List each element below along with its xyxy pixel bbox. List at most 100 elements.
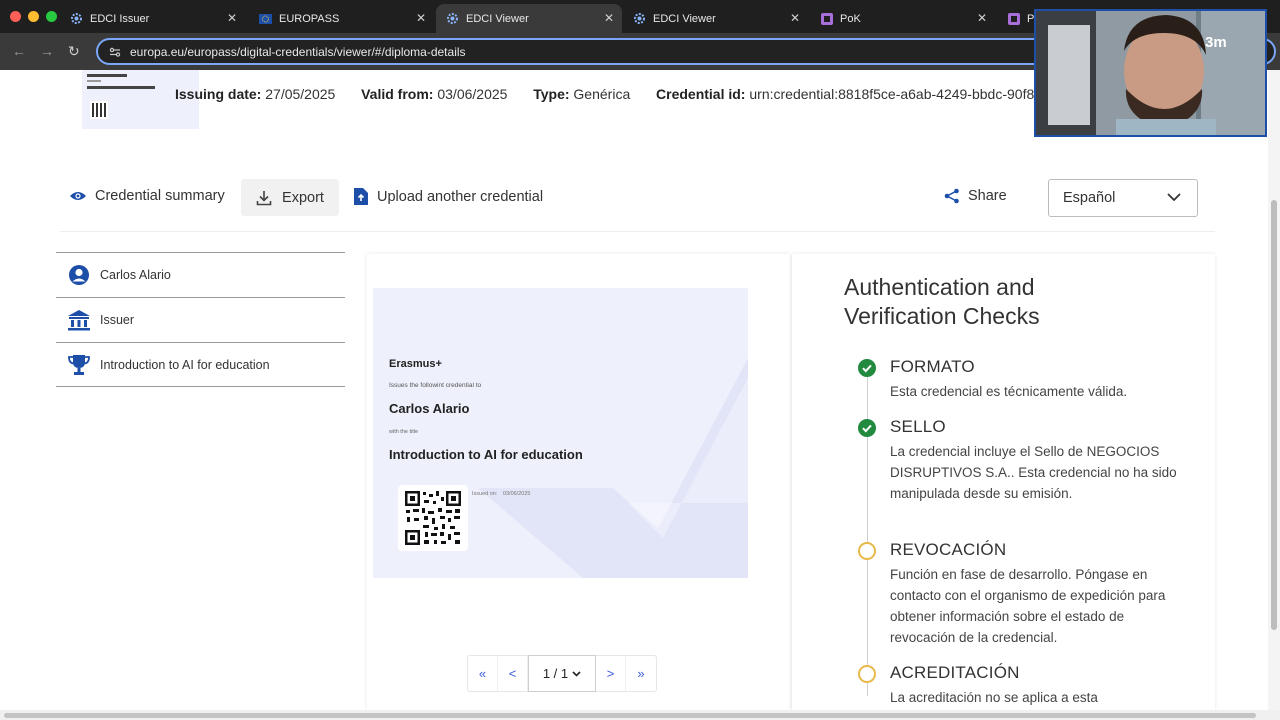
- page-select[interactable]: 1 / 1: [528, 655, 596, 692]
- eye-icon: [70, 192, 86, 200]
- first-page-button[interactable]: «: [468, 656, 498, 691]
- tab-pok[interactable]: PoK ✕: [810, 4, 995, 33]
- check-name: SELLO: [890, 417, 946, 436]
- check-text: Función en fase de desarrollo. Póngase e…: [890, 567, 1166, 645]
- close-icon[interactable]: ✕: [416, 11, 426, 25]
- close-window-button[interactable]: [10, 11, 21, 22]
- credential-meta-line: Issuing date: 27/05/2025 Valid from: 03/…: [175, 86, 1042, 102]
- diploma-viewer-panel: Erasmus+ Issues the followint credential…: [367, 254, 790, 710]
- issued-on-value: 03/06/2025: [502, 491, 531, 497]
- export-label: Export: [282, 189, 324, 206]
- issuing-date-label: Issuing date:: [175, 86, 262, 102]
- check-text: Esta credencial es técnicamente válida.: [890, 384, 1128, 399]
- toolbar-divider: [60, 231, 1215, 232]
- diploma-course: Introduction to AI for education: [389, 447, 583, 462]
- credential-sidebar: Carlos Alario Issuer Introduction to AI …: [56, 252, 345, 387]
- diploma-issues-text: Issues the followint credential to: [389, 382, 482, 389]
- close-icon[interactable]: ✕: [604, 11, 614, 25]
- close-icon[interactable]: ✕: [227, 11, 237, 25]
- card-divider: [60, 140, 1215, 148]
- sidebar-item-label: Issuer: [100, 313, 135, 327]
- close-icon[interactable]: ✕: [790, 11, 800, 25]
- tab-pok-2[interactable]: Po: [998, 4, 1040, 33]
- back-arrow-icon[interactable]: ←: [12, 43, 26, 59]
- timer-badge: 3m: [1205, 34, 1227, 51]
- gear-icon: [70, 12, 83, 25]
- sidebar-item-achievement[interactable]: Introduction to AI for education: [56, 342, 345, 387]
- download-icon: [256, 190, 272, 205]
- sidebar-item-issuer[interactable]: Issuer: [56, 297, 345, 342]
- check-ok-icon: [858, 419, 876, 437]
- horizontal-scrollbar[interactable]: [0, 710, 1280, 720]
- check-item-formato: FORMATO Esta credencial es técnicamente …: [858, 357, 1188, 402]
- tab-europass[interactable]: EUROPASS ✕: [249, 4, 434, 33]
- check-item-acreditacion: ACREDITACIÓN La acreditación no se aplic…: [858, 663, 1188, 708]
- share-icon: [944, 188, 959, 204]
- valid-from-value: 03/06/2025: [437, 86, 508, 102]
- tab-title: EDCI Issuer: [90, 12, 150, 25]
- share-button[interactable]: Share: [944, 188, 1007, 204]
- credential-id-label: Credential id:: [656, 86, 746, 102]
- credential-summary-button[interactable]: Credential summary: [69, 188, 225, 204]
- pok-icon: [820, 12, 833, 25]
- check-ok-icon: [858, 359, 876, 377]
- scrollbar-thumb[interactable]: [4, 713, 1256, 718]
- upload-credential-button[interactable]: Upload another credential: [354, 188, 543, 205]
- previous-page-button[interactable]: <: [498, 656, 528, 691]
- language-select[interactable]: Español: [1048, 179, 1198, 217]
- reload-icon[interactable]: ↻: [68, 43, 80, 60]
- chevron-down-icon: [1167, 193, 1181, 202]
- pok-icon: [1008, 12, 1020, 25]
- check-item-sello: SELLO La credencial incluye el Sello de …: [858, 417, 1188, 504]
- maximize-window-button[interactable]: [46, 11, 57, 22]
- next-page-button[interactable]: >: [596, 656, 626, 691]
- tab-title: EUROPASS: [279, 12, 340, 25]
- tab-edci-issuer[interactable]: EDCI Issuer ✕: [60, 4, 245, 33]
- diploma-recipient: Carlos Alario: [389, 401, 470, 416]
- url-text: europa.eu/europass/digital-credentials/v…: [130, 44, 466, 59]
- check-name: REVOCACIÓN: [890, 540, 1007, 559]
- type-value: Genérica: [573, 86, 631, 102]
- person-icon: [67, 263, 91, 287]
- upload-file-icon: [354, 188, 368, 205]
- minimize-window-button[interactable]: [28, 11, 39, 22]
- current-page-value: 1 / 1: [542, 666, 569, 681]
- credential-id-value: urn:credential:8818f5ce-a6ab-4249-bbdc-9…: [749, 86, 1043, 102]
- credential-toolbar: Credential summary Export Upload another…: [0, 178, 1268, 218]
- page-navigation: « < 1 / 1 > »: [467, 655, 657, 692]
- scrollbar-thumb[interactable]: [1271, 200, 1277, 630]
- diploma-org: Erasmus+: [389, 358, 442, 370]
- tab-edci-viewer-active[interactable]: EDCI Viewer ✕: [436, 4, 622, 33]
- check-name: FORMATO: [890, 357, 975, 376]
- tab-title: EDCI Viewer: [466, 12, 529, 25]
- tab-title: EDCI Viewer: [653, 12, 716, 25]
- vertical-scrollbar[interactable]: [1268, 70, 1280, 710]
- share-label: Share: [968, 188, 1007, 204]
- qr-code[interactable]: [398, 485, 468, 551]
- check-pending-icon: [858, 542, 876, 560]
- check-pending-icon: [858, 665, 876, 683]
- close-icon[interactable]: ✕: [977, 11, 987, 25]
- diploma-issued-on: Issued on: 03/06/2025: [472, 491, 530, 497]
- site-info-icon[interactable]: [108, 45, 122, 59]
- export-button[interactable]: Export: [241, 179, 339, 216]
- check-text: La acreditación no se aplica a esta: [890, 690, 1098, 705]
- type-label: Type:: [533, 86, 570, 102]
- check-item-revocacion: REVOCACIÓN Función en fase de desarrollo…: [858, 540, 1188, 648]
- forward-arrow-icon[interactable]: →: [40, 43, 54, 59]
- check-text: La credencial incluye el Sello de NEGOCI…: [890, 444, 1177, 501]
- webcam-overlay: [1034, 9, 1267, 137]
- checks-title: Authentication and Verification Checks: [844, 274, 1040, 329]
- chevron-down-icon: [572, 670, 581, 677]
- last-page-button[interactable]: »: [626, 656, 656, 691]
- tab-edci-viewer[interactable]: EDCI Viewer ✕: [623, 4, 808, 33]
- trophy-icon: [67, 353, 91, 377]
- page-content: Issuing date: 27/05/2025 Valid from: 03/…: [0, 70, 1268, 710]
- upload-credential-label: Upload another credential: [377, 188, 544, 205]
- diploma-preview: Erasmus+ Issues the followint credential…: [373, 288, 748, 578]
- diploma-with-title: with the title: [389, 429, 419, 435]
- credential-summary-label: Credential summary: [95, 188, 225, 204]
- language-value: Español: [1063, 190, 1116, 206]
- sidebar-item-recipient[interactable]: Carlos Alario: [56, 252, 345, 297]
- sidebar-item-label: Introduction to AI for education: [100, 357, 270, 372]
